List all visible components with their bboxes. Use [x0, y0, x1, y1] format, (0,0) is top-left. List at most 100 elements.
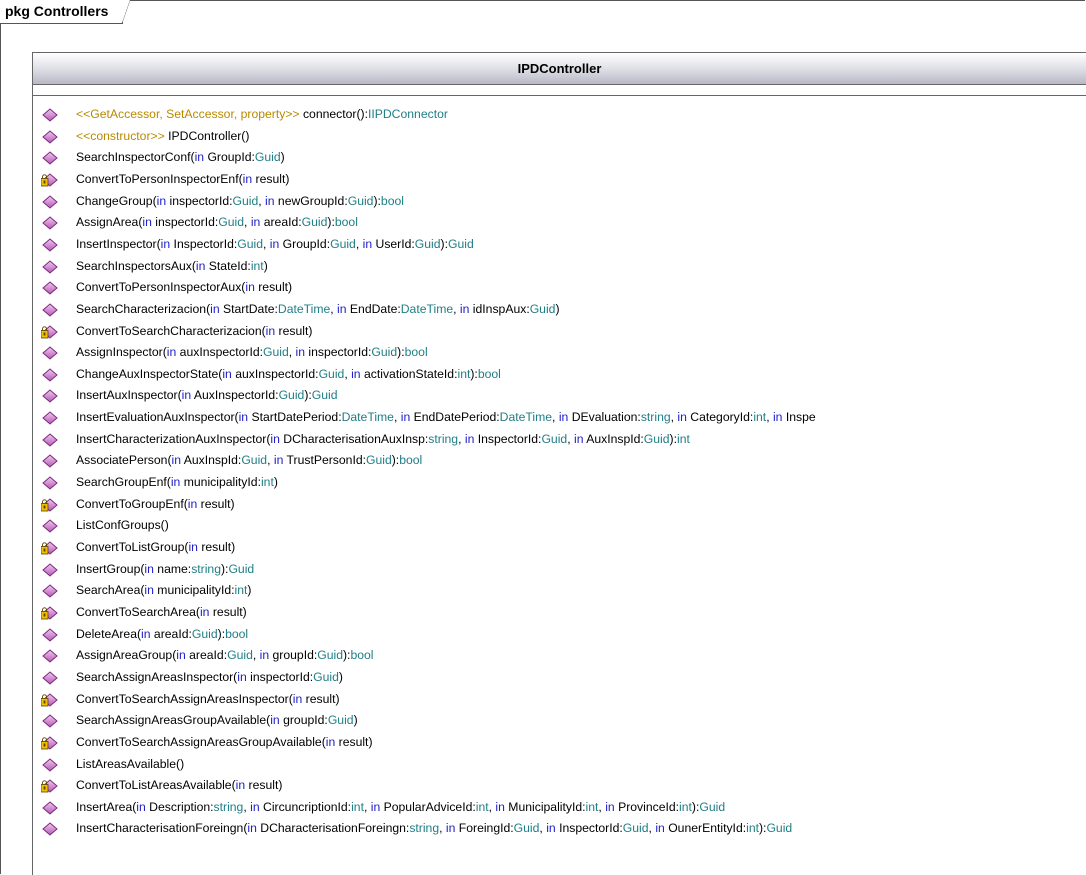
signature-part: )	[247, 583, 252, 598]
signature-part: ConvertToSearchAssignAreasInspector(	[76, 691, 293, 706]
signature-part: in	[142, 215, 152, 230]
private-operation-icon	[40, 735, 59, 750]
signature-part: Guid	[228, 561, 255, 576]
signature-part: Guid	[414, 236, 441, 251]
signature-part: activationStateId:	[360, 366, 458, 381]
signature-part: bool	[225, 626, 249, 641]
signature-part: in	[464, 431, 475, 446]
signature-part: string	[409, 821, 440, 836]
signature-part: Guid	[311, 388, 338, 403]
signature-part: InsertAuxInspector(	[76, 388, 182, 403]
signature-part: InsertGroup(	[76, 561, 145, 576]
signature-part: in	[237, 669, 247, 684]
signature-part: in	[245, 280, 255, 295]
signature-part: in	[144, 583, 154, 598]
signature-part: areaId:	[260, 215, 302, 230]
operation-signature: SearchAssignAreasGroupAvailable(in group…	[76, 709, 358, 731]
signature-part: ConvertToPersonInspectorAux(	[76, 280, 246, 295]
signature-part: int	[351, 799, 364, 814]
signature-part: in	[337, 301, 347, 316]
signature-part: ,	[355, 236, 363, 251]
package-label[interactable]: pkg Controllers	[0, 0, 131, 24]
signature-part: AssignArea(	[76, 215, 143, 230]
signature-part: Guid	[237, 236, 263, 251]
signature-part: Guid	[448, 236, 474, 251]
signature-part: municipalityId:	[153, 583, 235, 598]
signature-part: in	[655, 821, 665, 836]
signature-part: ChangeAuxInspectorState(	[76, 366, 223, 381]
signature-part: in	[445, 821, 456, 836]
signature-part: in	[265, 323, 276, 338]
signature-part: newGroupId:	[274, 193, 348, 208]
signature-part: Guid	[513, 821, 540, 836]
signature-part: in	[166, 345, 177, 360]
public-operation-icon	[41, 562, 59, 577]
signature-part: in	[677, 410, 687, 425]
signature-part: result)	[335, 734, 373, 749]
signature-part: name:	[153, 561, 192, 576]
signature-part: Guid	[227, 648, 253, 663]
signature-part: bool	[477, 366, 501, 381]
signature-part: int	[234, 583, 248, 598]
operation-signature: SearchInspectorsAux(in StateId:int)	[76, 255, 268, 277]
signature-part: inspectorId:	[166, 193, 233, 208]
signature-part: DCharacterisationForeingn:	[256, 821, 410, 836]
signature-part: in	[194, 150, 205, 165]
operation-signature: ConvertToSearchAssignAreasGroupAvailable…	[76, 731, 373, 753]
operation-signature: ConvertToPersonInspectorAux(in result)	[76, 276, 292, 298]
signature-part: string	[191, 561, 221, 576]
signature-part: AssociatePerson(	[76, 453, 172, 468]
signature-part: ConvertToSearchArea(	[76, 604, 200, 619]
signature-part: InspectorId:	[555, 821, 623, 836]
signature-part: GroupId:	[204, 150, 255, 165]
operation-signature: <<constructor>> IPDController()	[76, 125, 249, 147]
signature-part: ,	[552, 410, 559, 425]
public-operation-icon	[41, 367, 59, 382]
signature-part: ):	[373, 193, 381, 208]
operation-signature: SearchInspectorConf(in GroupId:Guid)	[76, 146, 285, 168]
signature-part: ):	[470, 366, 478, 381]
signature-part: <<GetAccessor, SetAccessor, property>>	[76, 107, 300, 121]
signature-part: inspectorId:	[151, 215, 219, 230]
signature-part: in	[181, 388, 192, 403]
signature-part: Guid	[699, 799, 726, 814]
signature-part: areaId:	[150, 626, 192, 641]
private-operation-icon	[40, 605, 59, 620]
signature-part: SearchCharacterizacion(	[76, 301, 211, 316]
signature-part: Guid	[301, 215, 328, 230]
signature-part: result)	[302, 691, 340, 706]
signature-part: in	[292, 691, 303, 706]
signature-part: in	[170, 475, 181, 490]
signature-part: ):	[217, 626, 226, 641]
signature-part: )	[273, 475, 278, 490]
signature-part: StartDatePeriod:	[248, 410, 342, 425]
public-operation-icon	[41, 453, 59, 469]
signature-part: AssignInspector(	[76, 345, 167, 360]
signature-part: in	[325, 734, 336, 749]
signature-part: InsertInspector(	[76, 236, 161, 251]
signature-part: AuxInspectorId:	[191, 388, 279, 403]
signature-part: ,	[288, 345, 296, 360]
signature-part: in	[235, 778, 246, 793]
signature-part: int	[457, 366, 471, 381]
signature-part: inspectorId:	[305, 345, 372, 360]
public-operation-icon	[41, 432, 59, 447]
signature-part: ):	[304, 388, 312, 403]
signature-part: InsertCharacterizationAuxInspector(	[76, 431, 271, 446]
operation-signature: InsertCharacterizationAuxInspector(in DC…	[76, 428, 690, 450]
signature-part: Guid	[232, 193, 259, 208]
signature-part: DateTime	[341, 410, 394, 425]
class-box[interactable]: IPDController <<GetAccessor, SetAccessor…	[32, 52, 1086, 875]
public-operation-icon	[41, 107, 59, 122]
signature-part: StateId:	[205, 258, 251, 273]
public-operation-icon	[41, 583, 59, 598]
signature-part: Guid	[254, 150, 281, 165]
signature-part: ,	[252, 648, 260, 663]
signature-part: result)	[275, 323, 313, 338]
private-operation-icon	[40, 497, 59, 512]
class-name[interactable]: IPDController	[33, 53, 1086, 85]
private-operation-icon	[40, 172, 59, 187]
public-operation-icon	[41, 475, 59, 490]
private-operation-icon	[40, 540, 59, 555]
signature-part: in	[362, 236, 373, 251]
